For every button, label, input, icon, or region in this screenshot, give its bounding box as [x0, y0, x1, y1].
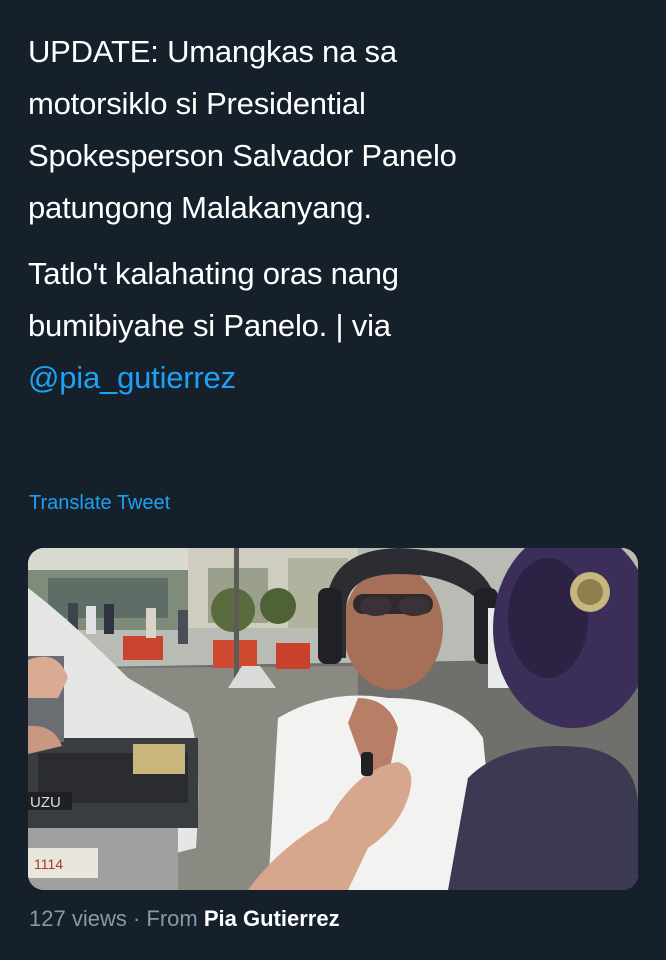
translate-tweet-link[interactable]: Translate Tweet — [29, 492, 170, 515]
video-frame: UZU 1114 — [28, 548, 638, 890]
tweet-paragraph-2: Tatlo't kalahating oras nang bumibiyahe … — [28, 248, 638, 404]
tweet-line: UPDATE: Umangkas na sa — [28, 34, 397, 69]
tweet-footer: 127 views · From Pia Gutierrez — [29, 906, 340, 932]
tweet-line: bumibiyahe si Panelo. | via — [28, 308, 391, 343]
tweet-video[interactable]: UZU 1114 — [28, 548, 638, 890]
tweet-line: Tatlo't kalahating oras nang — [28, 256, 399, 291]
from-label: From — [146, 906, 198, 931]
tweet-text: UPDATE: Umangkas na sa motorsiklo si Pre… — [28, 26, 638, 418]
license-plate: 1114 — [34, 856, 63, 872]
view-count: 127 views — [29, 906, 127, 931]
source-name-link[interactable]: Pia Gutierrez — [204, 906, 340, 931]
footer-separator: · — [132, 906, 141, 931]
tweet-line: Spokesperson Salvador Panelo — [28, 138, 457, 173]
vehicle-badge: UZU — [30, 794, 61, 811]
tweet-line: patungong Malakanyang. — [28, 190, 372, 225]
tweet-line: motorsiklo si Presidential — [28, 86, 366, 121]
mention-link[interactable]: @pia_gutierrez — [28, 352, 638, 404]
tweet-paragraph-1: UPDATE: Umangkas na sa motorsiklo si Pre… — [28, 26, 638, 234]
